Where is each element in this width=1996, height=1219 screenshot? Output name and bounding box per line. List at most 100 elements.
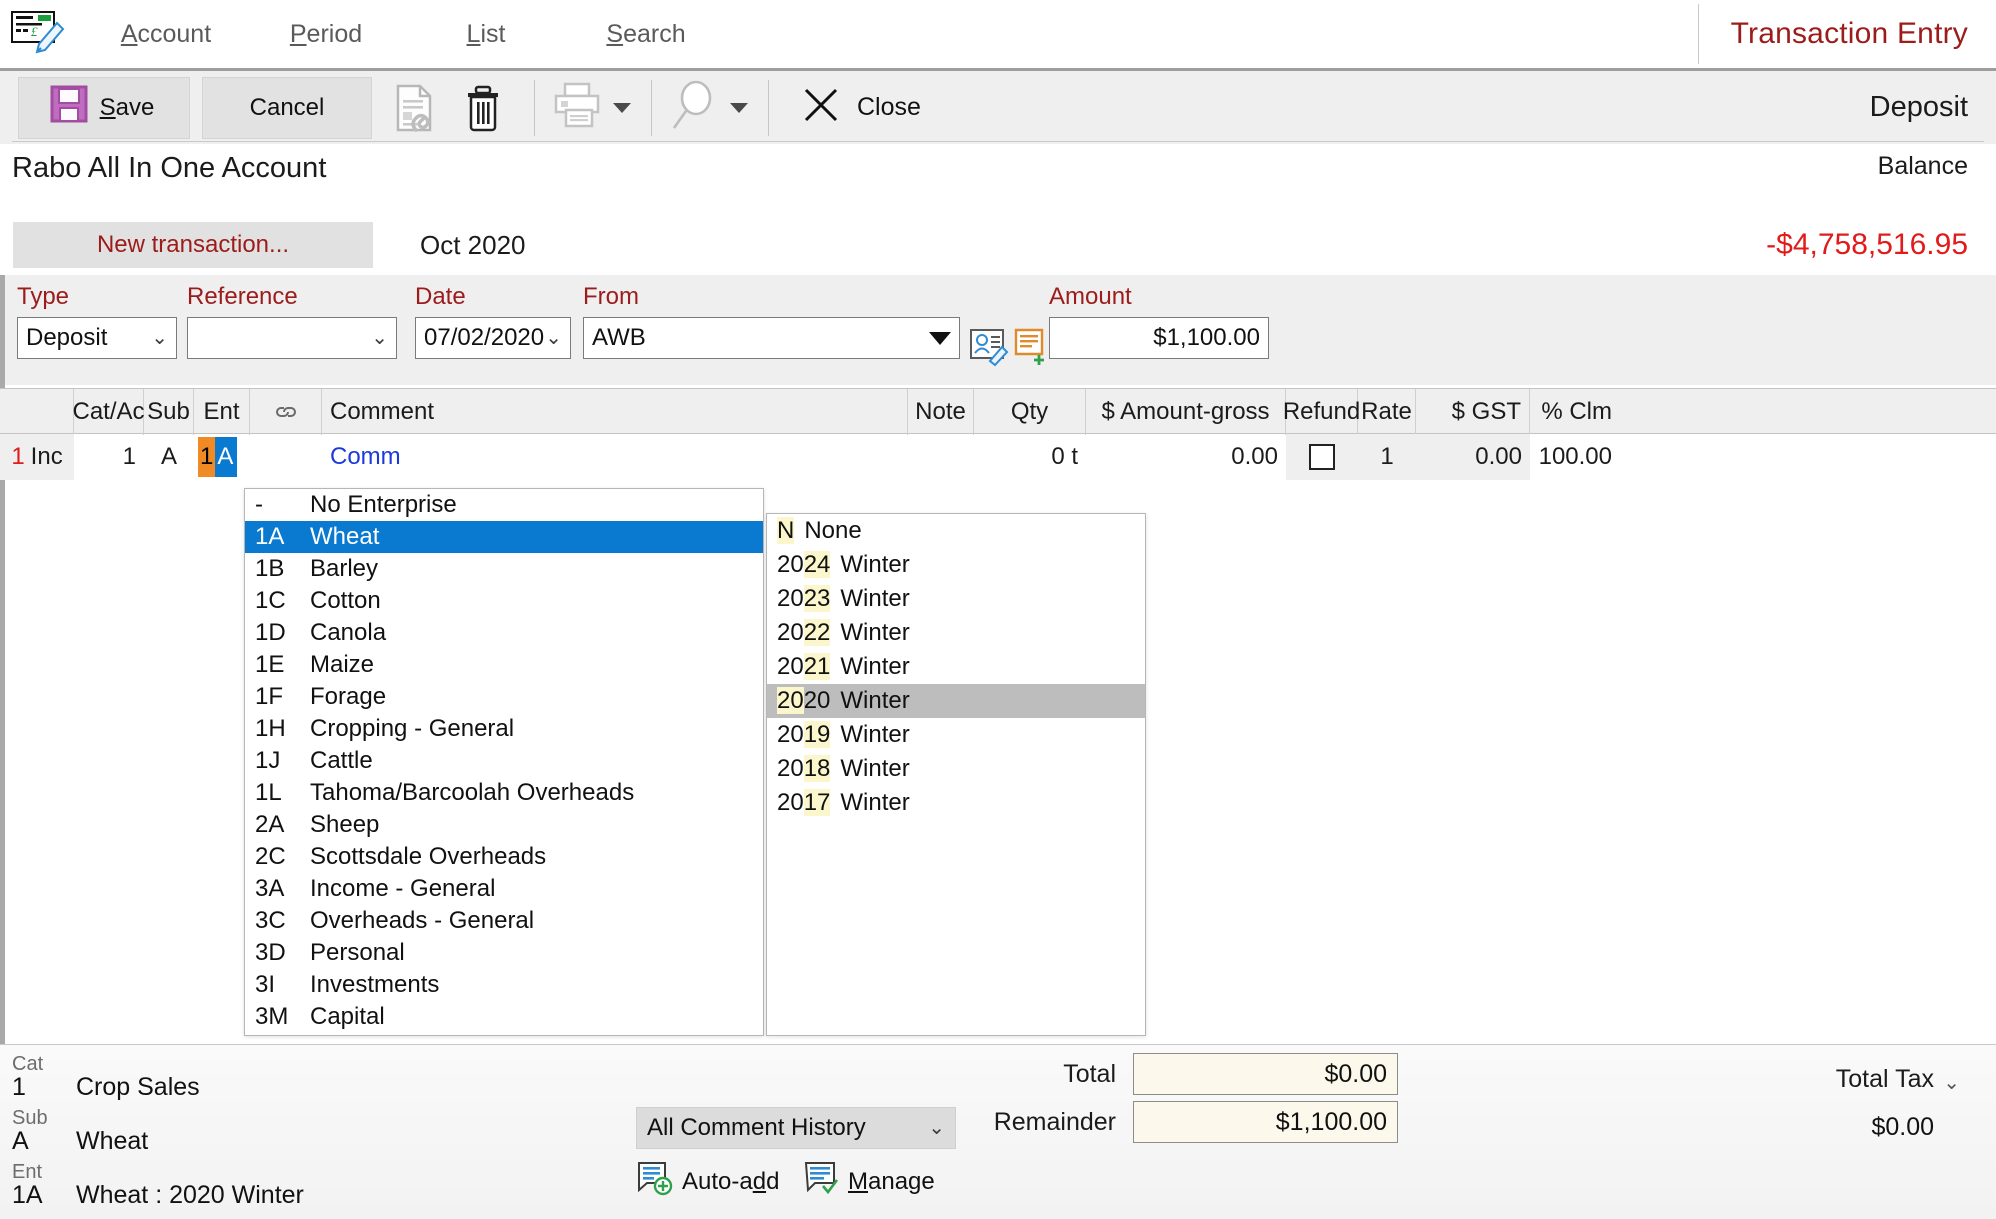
enterprise-option-code: 1A	[255, 523, 285, 550]
print-split-button[interactable]	[549, 80, 637, 135]
enterprise-option-3c[interactable]: 3C Overheads - General	[245, 905, 763, 937]
grid-header-gst[interactable]: $ GST	[1416, 389, 1530, 435]
season-option-2024[interactable]: 2024 Winter	[767, 548, 1145, 582]
enterprise-option-1d[interactable]: 1D Canola	[245, 617, 763, 649]
from-chevron-down-icon[interactable]	[929, 331, 951, 345]
season-option-2022[interactable]: 2022 Winter	[767, 616, 1145, 650]
season-option-2020[interactable]: 2020 Winter	[767, 684, 1145, 718]
auto-add-button[interactable]: Auto-add	[636, 1160, 779, 1203]
grid-header-ent[interactable]: Ent	[194, 389, 250, 435]
enterprise-option-3m[interactable]: 3M Capital	[245, 1001, 763, 1033]
enterprise-option-1h[interactable]: 1H Cropping - General	[245, 713, 763, 745]
type-chevron-down-icon[interactable]: ⌄	[151, 328, 168, 348]
enterprise-option-code: 3A	[255, 875, 285, 902]
reference-chevron-down-icon[interactable]: ⌄	[371, 328, 388, 348]
contact-edit-icon[interactable]	[967, 325, 1011, 369]
menu-item-search[interactable]: Search	[566, 0, 726, 68]
date-chevron-down-icon[interactable]: ⌄	[545, 328, 562, 348]
row-index: 1	[11, 443, 25, 470]
enterprise-option--[interactable]: - No Enterprise	[245, 489, 763, 521]
tab-new-transaction[interactable]: New transaction...	[13, 222, 373, 268]
enterprise-option-3a[interactable]: 3A Income - General	[245, 873, 763, 905]
grid-header-clm[interactable]: % Clm	[1530, 389, 1620, 435]
cell-gst[interactable]: 0.00	[1416, 434, 1530, 480]
season-dropdown[interactable]: N None 2024 Winter 2023 Winter 2022 Winter 2021 W…	[766, 513, 1146, 1036]
print-chevron-down-icon[interactable]	[613, 102, 631, 113]
grid-header-comment[interactable]: Comment	[322, 389, 908, 435]
enterprise-option-1l[interactable]: 1L Tahoma/Barcoolah Overheads	[245, 777, 763, 809]
comment-history-chevron-down-icon[interactable]: ⌄	[928, 1118, 945, 1138]
trash-icon[interactable]	[452, 77, 514, 139]
enterprise-option-code: -	[255, 491, 263, 518]
cell-amount-gross[interactable]: 0.00	[1086, 434, 1286, 480]
season-option-n[interactable]: N None	[767, 514, 1145, 548]
cell-sub[interactable]: A	[144, 434, 194, 480]
cell-qty[interactable]: 0 t	[974, 434, 1086, 480]
close-button[interactable]: Close	[799, 83, 921, 132]
save-button[interactable]: Save	[18, 76, 190, 139]
season-option-2019[interactable]: 2019 Winter	[767, 718, 1145, 752]
grid-header-sub[interactable]: Sub	[144, 389, 194, 435]
cancel-button[interactable]: Cancel	[202, 76, 372, 139]
type-label: Type	[17, 283, 70, 310]
cell-cat-ac[interactable]: 1	[74, 434, 144, 480]
cell-ent[interactable]: 1 A	[194, 434, 250, 480]
toolbar-underline	[12, 141, 1984, 142]
menu-item-account[interactable]: Account	[86, 0, 246, 68]
grid-header-qty[interactable]: Qty	[974, 389, 1086, 435]
table-row[interactable]: 1 Inc 1 A 1 A Comm 0 t 0.00 1 0.00 100.0…	[0, 434, 1996, 480]
from-value: AWB	[592, 324, 646, 351]
enterprise-option-1a[interactable]: 1A Wheat	[245, 521, 763, 553]
enterprise-option-code: 1F	[255, 683, 284, 710]
document-attachment-icon[interactable]	[384, 77, 446, 139]
enterprise-option-1j[interactable]: 1J Cattle	[245, 745, 763, 777]
season-option-code: 2018	[777, 755, 831, 782]
menu-item-list[interactable]: List	[406, 0, 566, 68]
type-select[interactable]: Deposit ⌄	[17, 317, 177, 359]
reference-select[interactable]: ⌄	[187, 317, 397, 359]
grid-header-cat-ac[interactable]: Cat/Ac	[72, 389, 145, 435]
date-input[interactable]: 07/02/2020 ⌄	[415, 317, 571, 359]
enterprise-option-3i[interactable]: 3I Investments	[245, 969, 763, 1001]
enterprise-option-code: 1B	[255, 555, 285, 582]
enterprise-option-label: Canola	[310, 619, 387, 646]
manage-button[interactable]: Manage	[802, 1160, 935, 1203]
line-items-grid: Cat/Ac Sub Ent Comment Note Qty $ Amount…	[0, 388, 1996, 480]
comment-link[interactable]: Comm	[330, 443, 401, 471]
season-option-2018[interactable]: 2018 Winter	[767, 752, 1145, 786]
from-select[interactable]: AWB	[583, 317, 960, 359]
grid-header-amount-gross[interactable]: $ Amount-gross	[1086, 389, 1286, 435]
auto-add-label: Auto-add	[682, 1167, 780, 1195]
season-option-code: 2017	[777, 789, 831, 816]
total-tax-chevron-down-icon[interactable]: ⌄	[1943, 1070, 1960, 1095]
enterprise-option-2c[interactable]: 2C Scottsdale Overheads	[245, 841, 763, 873]
cell-comment[interactable]: Comm	[322, 434, 908, 480]
refund-checkbox[interactable]	[1309, 444, 1335, 470]
enterprise-option-1b[interactable]: 1B Barley	[245, 553, 763, 585]
enterprise-dropdown[interactable]: - No Enterprise 1A Wheat 1B Barley 1C Cotton 1D C…	[244, 488, 764, 1036]
cell-clm[interactable]: 100.00	[1530, 434, 1620, 480]
grid-header-rate[interactable]: Rate	[1358, 389, 1416, 435]
enterprise-option-1c[interactable]: 1C Cotton	[245, 585, 763, 617]
enterprise-option-label: Scottsdale Overheads	[310, 843, 547, 870]
enterprise-option-2a[interactable]: 2A Sheep	[245, 809, 763, 841]
cell-refund[interactable]	[1286, 434, 1358, 480]
tab-period[interactable]: Oct 2020	[420, 222, 526, 268]
season-option-2021[interactable]: 2021 Winter	[767, 650, 1145, 684]
season-option-2017[interactable]: 2017 Winter	[767, 786, 1145, 820]
enterprise-option-1e[interactable]: 1E Maize	[245, 649, 763, 681]
search-chevron-down-icon[interactable]	[730, 102, 748, 113]
enterprise-option-1f[interactable]: 1F Forage	[245, 681, 763, 713]
search-split-button[interactable]	[666, 78, 754, 137]
grid-header-refund[interactable]: Refund	[1283, 389, 1360, 435]
grid-header-note[interactable]: Note	[908, 389, 974, 435]
amount-input[interactable]: $1,100.00	[1049, 317, 1269, 359]
contact-edit-button[interactable]	[967, 325, 1011, 369]
cell-link[interactable]	[250, 434, 322, 480]
comment-history-select[interactable]: All Comment History ⌄	[636, 1107, 956, 1149]
season-option-2023[interactable]: 2023 Winter	[767, 582, 1145, 616]
cell-note[interactable]	[908, 434, 974, 480]
menu-item-period[interactable]: Period	[246, 0, 406, 68]
cell-rate[interactable]: 1	[1358, 434, 1416, 480]
enterprise-option-3d[interactable]: 3D Personal	[245, 937, 763, 969]
